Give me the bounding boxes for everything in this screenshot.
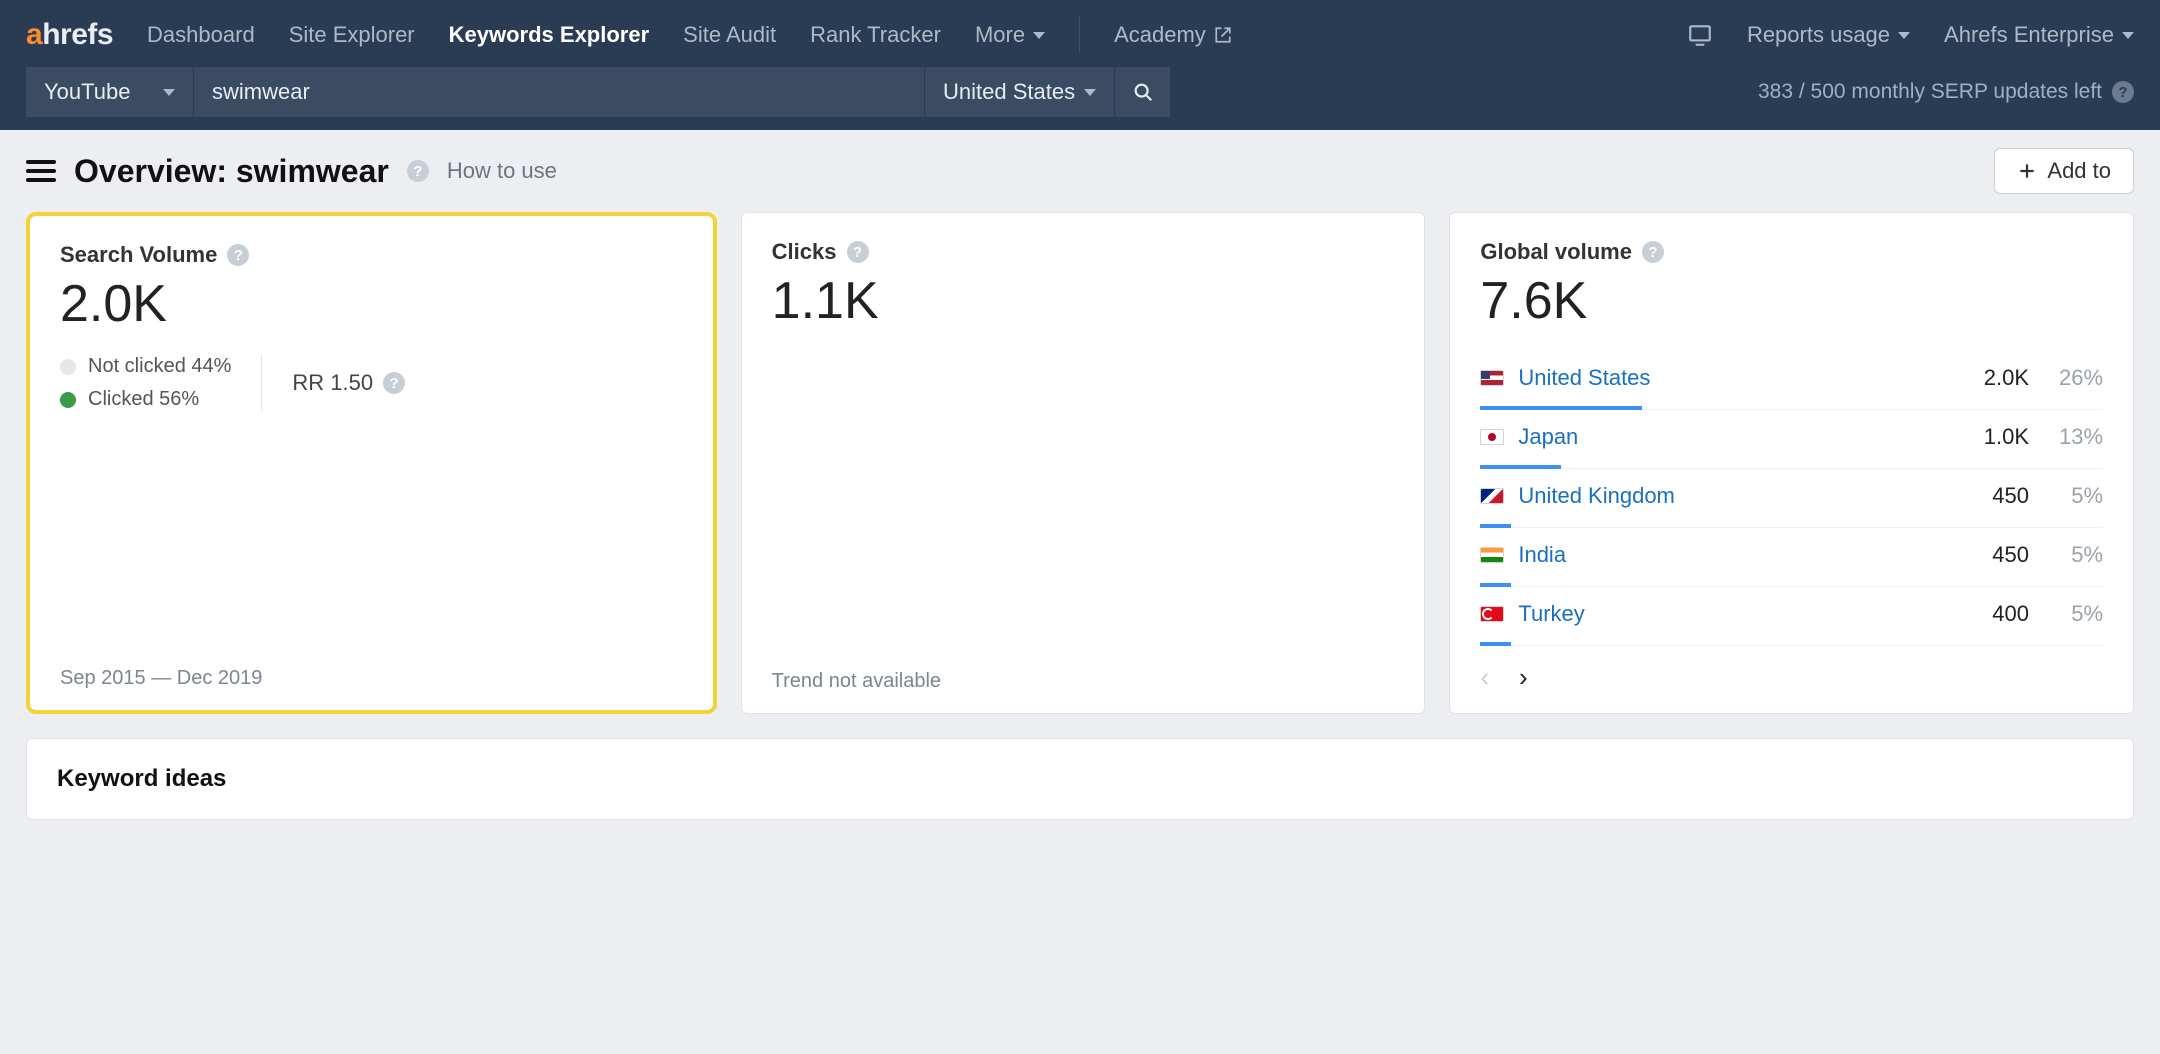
global-volume-list: United States 2.0K 26% Japan 1.0K 13% United K… — [1480, 351, 2103, 646]
gv-row[interactable]: India 450 5% — [1480, 528, 2103, 587]
nav-site-audit[interactable]: Site Audit — [683, 22, 776, 48]
card-title: Search Volume — [60, 242, 217, 268]
flag-icon — [1480, 370, 1504, 386]
add-to-label: Add to — [2047, 158, 2111, 184]
gv-country[interactable]: United Kingdom — [1518, 483, 1945, 509]
add-to-button[interactable]: Add to — [1994, 148, 2134, 194]
card-clicks: Clicks? 1.1K Trend not available — [741, 212, 1426, 714]
search-bar: YouTube United States 383 / 500 monthly … — [0, 70, 2160, 130]
nav-keywords-explorer[interactable]: Keywords Explorer — [449, 22, 650, 48]
card-search-volume: Search Volume? 2.0K Not clicked 44% Clic… — [26, 212, 717, 714]
search-volume-value: 2.0K — [60, 274, 683, 334]
gv-row[interactable]: United Kingdom 450 5% — [1480, 469, 2103, 528]
nav-site-explorer[interactable]: Site Explorer — [289, 22, 415, 48]
dot-icon — [60, 392, 76, 408]
flag-icon — [1480, 606, 1504, 622]
clicks-chart — [772, 476, 1395, 656]
engine-select[interactable]: YouTube — [26, 67, 194, 117]
search-volume-chart — [60, 473, 683, 653]
gv-volume: 1.0K — [1959, 424, 2029, 450]
gv-row[interactable]: Turkey 400 5% — [1480, 587, 2103, 646]
gv-volume: 400 — [1959, 601, 2029, 627]
overview-header: Overview: swimwear ? How to use Add to — [26, 148, 2134, 194]
gv-volume: 450 — [1959, 542, 2029, 568]
nav-dashboard[interactable]: Dashboard — [147, 22, 255, 48]
chevron-down-icon — [163, 89, 175, 96]
nav-account-label: Ahrefs Enterprise — [1944, 22, 2114, 48]
help-icon[interactable]: ? — [2112, 81, 2134, 103]
dot-icon — [60, 359, 76, 375]
external-link-icon — [1214, 26, 1232, 44]
nav-reports-usage[interactable]: Reports usage — [1747, 22, 1910, 48]
gv-percent: 5% — [2043, 483, 2103, 509]
pager-next[interactable]: › — [1519, 662, 1528, 693]
search-button[interactable] — [1114, 67, 1170, 117]
engine-select-value: YouTube — [44, 79, 130, 105]
how-to-use-link[interactable]: How to use — [447, 158, 557, 184]
serp-updates-text: 383 / 500 monthly SERP updates left — [1758, 80, 2102, 104]
page-title: Overview: swimwear — [74, 153, 389, 190]
logo[interactable]: ahrefs — [26, 18, 113, 52]
gv-percent: 13% — [2043, 424, 2103, 450]
help-icon[interactable]: ? — [383, 372, 405, 394]
legend-clicked: Clicked 56% — [60, 388, 231, 411]
gv-percent: 26% — [2043, 365, 2103, 391]
gv-row[interactable]: United States 2.0K 26% — [1480, 351, 2103, 410]
nav-academy-label: Academy — [1114, 22, 1206, 48]
gv-row[interactable]: Japan 1.0K 13% — [1480, 410, 2103, 469]
nav-rank-tracker[interactable]: Rank Tracker — [810, 22, 941, 48]
card-title: Clicks — [772, 239, 837, 265]
trend-note: Trend not available — [772, 670, 1395, 693]
return-rate: RR 1.50? — [292, 370, 405, 396]
chevron-down-icon — [1898, 32, 1910, 39]
gv-country[interactable]: Turkey — [1518, 601, 1945, 627]
menu-toggle[interactable] — [26, 160, 56, 182]
gv-country[interactable]: Japan — [1518, 424, 1945, 450]
chevron-down-icon — [2122, 32, 2134, 39]
nav-reports-label: Reports usage — [1747, 22, 1890, 48]
top-nav: ahrefs Dashboard Site Explorer Keywords … — [0, 0, 2160, 70]
plus-icon — [2017, 161, 2037, 181]
help-icon[interactable]: ? — [407, 160, 429, 182]
help-icon[interactable]: ? — [847, 241, 869, 263]
keyword-input[interactable] — [194, 67, 924, 117]
card-keyword-ideas: Keyword ideas — [26, 738, 2134, 820]
nav-more[interactable]: More — [975, 22, 1045, 48]
date-range: Sep 2015 — Dec 2019 — [60, 667, 683, 690]
monitor-icon[interactable] — [1687, 22, 1713, 48]
chevron-down-icon — [1084, 89, 1096, 96]
nav-more-label: More — [975, 22, 1025, 48]
flag-icon — [1480, 547, 1504, 563]
country-select-value: United States — [943, 79, 1075, 105]
pager-prev: ‹ — [1480, 662, 1489, 693]
gv-percent: 5% — [2043, 601, 2103, 627]
card-global-volume: Global volume? 7.6K United States 2.0K 26%… — [1449, 212, 2134, 714]
gv-country[interactable]: India — [1518, 542, 1945, 568]
country-select[interactable]: United States — [924, 67, 1114, 117]
serp-updates: 383 / 500 monthly SERP updates left ? — [1758, 80, 2134, 104]
legend-not-clicked: Not clicked 44% — [60, 355, 231, 378]
chevron-down-icon — [1033, 32, 1045, 39]
gv-volume: 2.0K — [1959, 365, 2029, 391]
gv-volume: 450 — [1959, 483, 2029, 509]
pager: ‹ › — [1480, 646, 2103, 693]
global-volume-value: 7.6K — [1480, 271, 2103, 331]
gv-bar — [1480, 642, 1511, 646]
nav-account[interactable]: Ahrefs Enterprise — [1944, 22, 2134, 48]
divider — [1079, 17, 1080, 53]
gv-percent: 5% — [2043, 542, 2103, 568]
keyword-ideas-title: Keyword ideas — [57, 765, 226, 792]
help-icon[interactable]: ? — [1642, 241, 1664, 263]
flag-icon — [1480, 488, 1504, 504]
help-icon[interactable]: ? — [227, 244, 249, 266]
clicks-value: 1.1K — [772, 271, 1395, 331]
divider — [261, 354, 262, 412]
gv-country[interactable]: United States — [1518, 365, 1945, 391]
nav-academy[interactable]: Academy — [1114, 22, 1232, 48]
flag-icon — [1480, 429, 1504, 445]
card-title: Global volume — [1480, 239, 1632, 265]
